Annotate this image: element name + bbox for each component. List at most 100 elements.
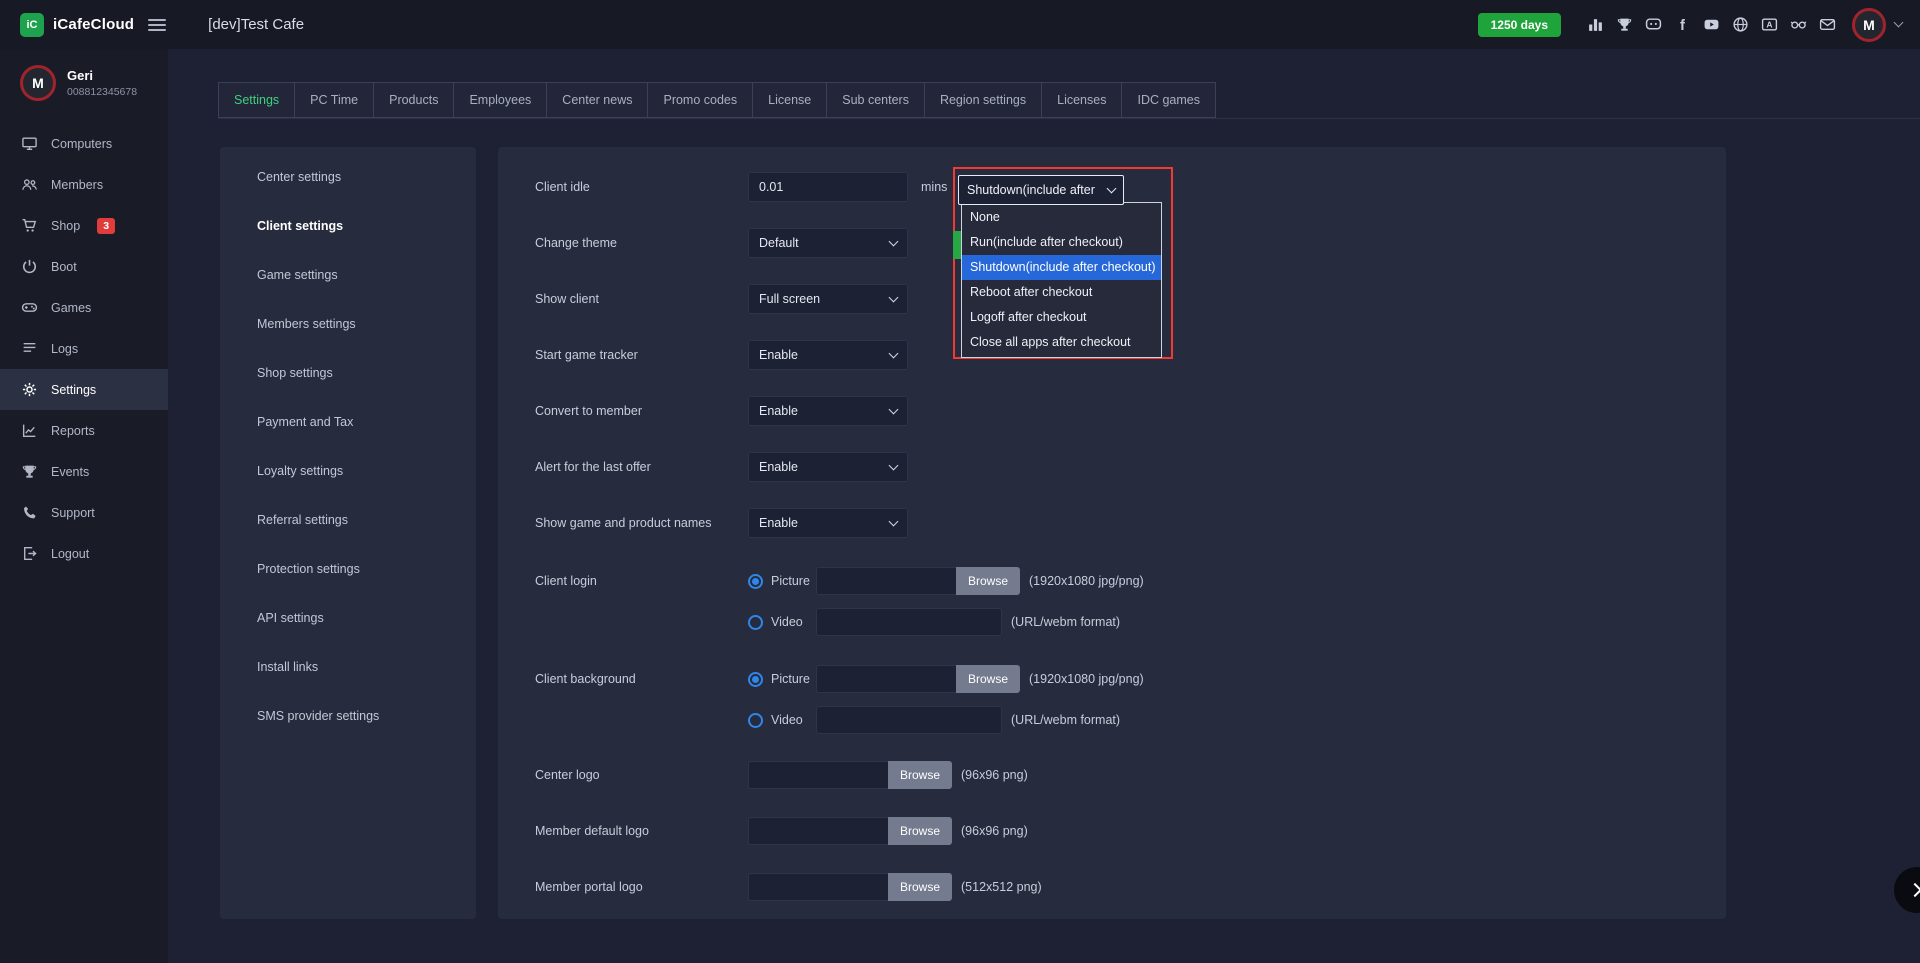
- convert-to-member-select[interactable]: Enable: [748, 396, 908, 426]
- client-background-picture-radio[interactable]: [748, 672, 763, 687]
- client-idle-unit: mins: [921, 180, 947, 194]
- client-idle-action-select[interactable]: Shutdown(include after: [958, 175, 1124, 205]
- row-member-portal-logo: Member portal logo Browse (512x512 png): [498, 859, 1726, 915]
- settings-nav-payment-and-tax[interactable]: Payment and Tax: [220, 398, 476, 447]
- sidebar-item-members[interactable]: Members: [0, 164, 168, 205]
- chevron-down-icon: [1107, 184, 1117, 194]
- youtube-icon[interactable]: [1703, 16, 1720, 33]
- sidebar-item-support[interactable]: Support: [0, 492, 168, 533]
- sidebar-item-shop[interactable]: Shop 3: [0, 205, 168, 246]
- option-reboot-after-checkout[interactable]: Reboot after checkout: [962, 280, 1161, 305]
- client-login-picture-browse-button[interactable]: Browse: [956, 567, 1020, 595]
- sidebar-item-reports[interactable]: Reports: [0, 410, 168, 451]
- tab-promo-codes[interactable]: Promo codes: [647, 82, 753, 118]
- tab-license[interactable]: License: [752, 82, 827, 118]
- sidebar-item-logs[interactable]: Logs: [0, 328, 168, 369]
- discord-icon[interactable]: [1645, 16, 1662, 33]
- chevron-down-icon[interactable]: [1894, 18, 1904, 28]
- client-background-picture-browse-button[interactable]: Browse: [956, 665, 1020, 693]
- client-background-video-input[interactable]: [816, 706, 1002, 734]
- sidebar-item-games[interactable]: Games: [0, 287, 168, 328]
- menu-toggle-icon[interactable]: [148, 16, 166, 34]
- member-default-logo-input[interactable]: [748, 817, 888, 845]
- settings-nav-install-links[interactable]: Install links: [220, 643, 476, 692]
- settings-nav-sms-provider-settings[interactable]: SMS provider settings: [220, 692, 476, 741]
- row-center-logo: Center logo Browse (96x96 png): [498, 747, 1726, 803]
- floating-chevron-button[interactable]: [1894, 867, 1920, 913]
- settings-nav-referral-settings[interactable]: Referral settings: [220, 496, 476, 545]
- show-client-select[interactable]: Full screen: [748, 284, 908, 314]
- tab-products[interactable]: Products: [373, 82, 454, 118]
- change-theme-select[interactable]: Default: [748, 228, 908, 258]
- topbar: iC iCafeCloud [dev]Test Cafe 1250 days f…: [0, 0, 1920, 49]
- settings-nav-protection-settings[interactable]: Protection settings: [220, 545, 476, 594]
- sidebar-item-computers[interactable]: Computers: [0, 123, 168, 164]
- mail-icon[interactable]: [1819, 16, 1836, 33]
- tab-licenses[interactable]: Licenses: [1041, 82, 1122, 118]
- option-logoff-after-checkout[interactable]: Logoff after checkout: [962, 305, 1161, 330]
- client-login-video-radio[interactable]: [748, 615, 763, 630]
- option-shutdown-after-checkout[interactable]: Shutdown(include after checkout): [962, 255, 1161, 280]
- settings-nav-game-settings[interactable]: Game settings: [220, 251, 476, 300]
- sidebar-item-boot[interactable]: Boot: [0, 246, 168, 287]
- brand[interactable]: iC iCafeCloud: [0, 13, 134, 37]
- client-idle-action-options: None Run(include after checkout) Shutdow…: [961, 202, 1162, 358]
- option-close-all-apps[interactable]: Close all apps after checkout: [962, 330, 1161, 355]
- row-client-background: Client background Picture Browse (1920x1…: [498, 649, 1726, 747]
- sidebar-item-label: Boot: [51, 260, 77, 274]
- client-login-picture-input[interactable]: [816, 567, 956, 595]
- sidebar-user[interactable]: M Geri 008812345678: [0, 49, 168, 117]
- user-name: Geri: [67, 68, 137, 83]
- row-member-default-logo: Member default logo Browse (96x96 png): [498, 803, 1726, 859]
- license-days-badge[interactable]: 1250 days: [1478, 13, 1561, 37]
- user-id: 008812345678: [67, 86, 137, 98]
- tab-employees[interactable]: Employees: [453, 82, 547, 118]
- tab-pc-time[interactable]: PC Time: [294, 82, 374, 118]
- client-login-picture-radio[interactable]: [748, 574, 763, 589]
- client-idle-input[interactable]: [748, 172, 908, 202]
- field-label: Client login: [535, 567, 748, 588]
- center-logo-input[interactable]: [748, 761, 888, 789]
- member-portal-logo-browse-button[interactable]: Browse: [888, 873, 952, 901]
- monitor-icon: [21, 135, 38, 152]
- member-default-logo-browse-button[interactable]: Browse: [888, 817, 952, 845]
- sidebar-item-label: Settings: [51, 383, 96, 397]
- alert-last-offer-select[interactable]: Enable: [748, 452, 908, 482]
- reviews-icon[interactable]: [1790, 16, 1807, 33]
- tab-sub-centers[interactable]: Sub centers: [826, 82, 925, 118]
- option-none[interactable]: None: [962, 205, 1161, 230]
- chevron-right-icon: [1908, 883, 1920, 897]
- sidebar-item-label: Games: [51, 301, 91, 315]
- settings-nav-members-settings[interactable]: Members settings: [220, 300, 476, 349]
- settings-tabs: Settings PC Time Products Employees Cent…: [218, 82, 1920, 119]
- client-login-video-input[interactable]: [816, 608, 1002, 636]
- field-label: Center logo: [535, 768, 748, 782]
- center-logo-browse-button[interactable]: Browse: [888, 761, 952, 789]
- tab-settings[interactable]: Settings: [218, 82, 295, 118]
- trophy-icon[interactable]: [1616, 16, 1633, 33]
- tab-region-settings[interactable]: Region settings: [924, 82, 1042, 118]
- client-background-video-radio[interactable]: [748, 713, 763, 728]
- user-avatar[interactable]: M: [1852, 8, 1886, 42]
- settings-nav-loyalty-settings[interactable]: Loyalty settings: [220, 447, 476, 496]
- sidebar-item-events[interactable]: Events: [0, 451, 168, 492]
- settings-nav-shop-settings[interactable]: Shop settings: [220, 349, 476, 398]
- option-run-after-checkout[interactable]: Run(include after checkout): [962, 230, 1161, 255]
- sidebar-item-logout[interactable]: Logout: [0, 533, 168, 574]
- svg-text:A: A: [1766, 20, 1772, 30]
- stats-icon[interactable]: [1587, 16, 1604, 33]
- member-portal-logo-input[interactable]: [748, 873, 888, 901]
- tab-center-news[interactable]: Center news: [546, 82, 648, 118]
- tab-idc-games[interactable]: IDC games: [1121, 82, 1216, 118]
- sidebar-item-settings[interactable]: Settings: [0, 369, 168, 410]
- globe-icon[interactable]: [1732, 16, 1749, 33]
- facebook-icon[interactable]: f: [1674, 16, 1691, 33]
- translate-icon[interactable]: A: [1761, 16, 1778, 33]
- show-names-select[interactable]: Enable: [748, 508, 908, 538]
- settings-nav-center-settings[interactable]: Center settings: [220, 153, 476, 202]
- settings-nav-api-settings[interactable]: API settings: [220, 594, 476, 643]
- settings-nav-client-settings[interactable]: Client settings: [220, 202, 476, 251]
- start-game-tracker-select[interactable]: Enable: [748, 340, 908, 370]
- client-background-picture-input[interactable]: [816, 665, 956, 693]
- chevron-down-icon: [889, 461, 899, 471]
